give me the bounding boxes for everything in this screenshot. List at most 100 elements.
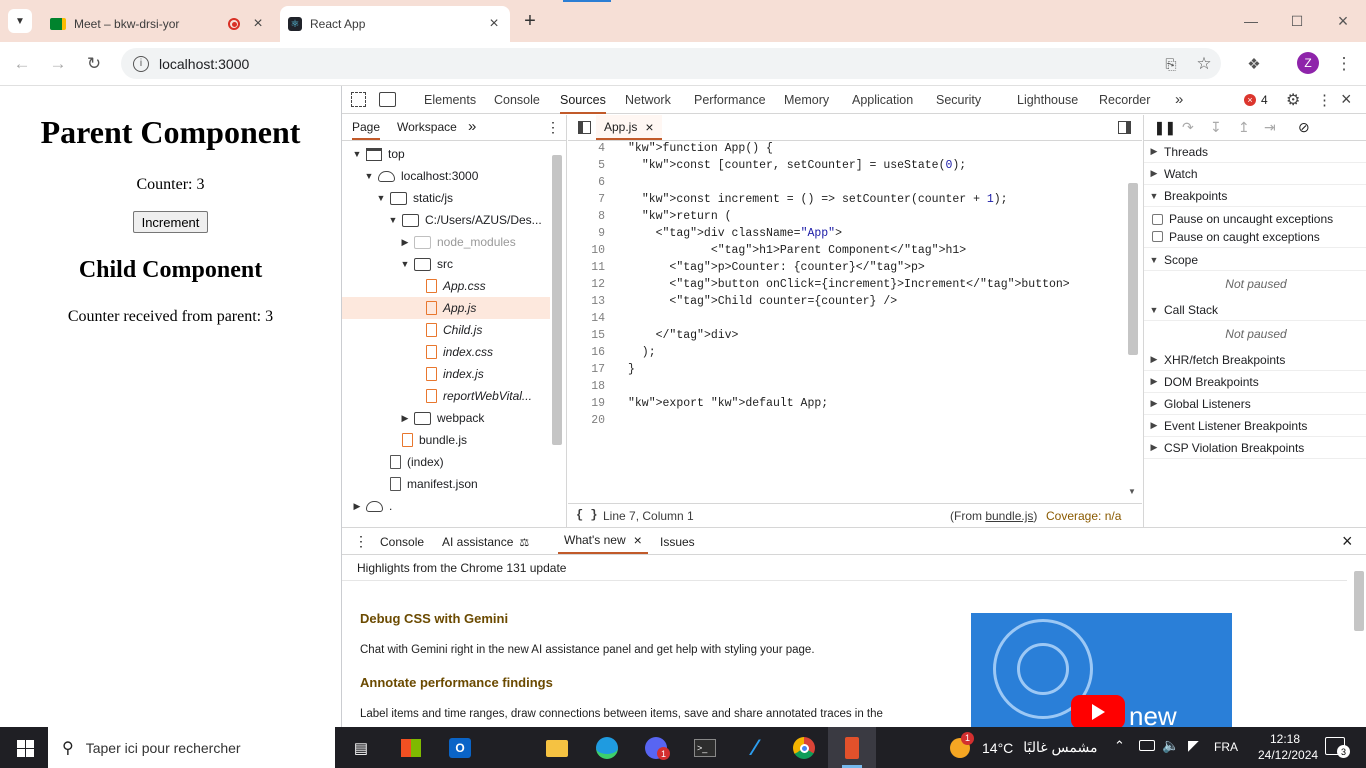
code-line[interactable]: 8 "kw">return ( (568, 210, 1128, 227)
collapse-arrow-icon[interactable]: ▼ (400, 259, 410, 269)
tab-workspace[interactable]: Workspace (397, 115, 457, 140)
tree-item[interactable]: reportWebVital... (342, 385, 550, 407)
tab-lighthouse[interactable]: Lighthouse (1017, 86, 1078, 114)
tree-item[interactable]: ▶ node_modules (342, 231, 550, 253)
line-number[interactable]: 11 (568, 261, 605, 278)
error-counter[interactable]: × 4 (1244, 93, 1268, 107)
microsoft-store-icon[interactable] (396, 733, 426, 763)
show-hidden-icons-icon[interactable]: ⌃ (1114, 738, 1125, 754)
line-number[interactable]: 18 (568, 380, 605, 397)
line-number[interactable]: 7 (568, 193, 605, 210)
line-number[interactable]: 5 (568, 159, 605, 176)
step-into-icon[interactable]: ↧ (1210, 119, 1222, 136)
menu-kebab-icon[interactable]: ⋮ (1330, 50, 1358, 78)
discord-icon[interactable]: 1 (641, 733, 671, 763)
line-number[interactable]: 19 (568, 397, 605, 414)
tree-item[interactable]: ▼ localhost:3000 (342, 165, 550, 187)
code-line[interactable]: 9 <"tag">div className="App"> (568, 227, 1128, 244)
deactivate-breakpoints-icon[interactable]: ⊘ (1298, 119, 1310, 136)
drawer-scrollbar[interactable] (1354, 571, 1364, 631)
tab-security[interactable]: Security (936, 86, 981, 114)
address-bar[interactable]: i localhost:3000 (121, 48, 1221, 79)
code-line[interactable]: 4 "kw">function App() { (568, 142, 1128, 159)
vscode-icon[interactable]: ⁄ (740, 733, 770, 763)
tree-item[interactable]: index.js (342, 363, 550, 385)
code-line[interactable]: 5 "kw">const [counter, setCounter] = use… (568, 159, 1128, 176)
line-number[interactable]: 4 (568, 142, 605, 159)
tree-item[interactable]: ▼ C:/Users/AZUS/Des... (342, 209, 550, 231)
clock[interactable]: 12:18 24/12/2024 (1258, 731, 1318, 763)
increment-button[interactable]: Increment (133, 211, 208, 233)
maximize-button[interactable]: ☐ (1282, 8, 1312, 34)
pretty-print-icon[interactable]: { } (576, 508, 598, 522)
edge-icon[interactable] (592, 733, 622, 763)
minimize-button[interactable]: — (1236, 8, 1266, 34)
tab-page[interactable]: Page (352, 115, 381, 140)
code-line[interactable]: 12 <"tag">button onClick={increment}>Inc… (568, 278, 1128, 295)
close-icon[interactable]: × (634, 532, 642, 548)
back-button[interactable]: ← (8, 50, 36, 78)
step-icon[interactable]: ⇥ (1264, 119, 1276, 136)
section-watch[interactable]: ▶ Watch (1144, 163, 1366, 185)
profile-avatar[interactable]: Z (1297, 52, 1319, 74)
code-line[interactable]: 6 (568, 176, 1128, 193)
step-out-icon[interactable]: ↥ (1238, 119, 1250, 136)
checkbox[interactable] (1152, 231, 1163, 242)
outlook-icon[interactable]: O (445, 733, 475, 763)
notification-center-icon[interactable]: 3 (1325, 737, 1350, 758)
whats-new-video-thumbnail[interactable]: new (971, 613, 1232, 728)
tree-item[interactable]: Child.js (342, 319, 550, 341)
collapse-arrow-icon[interactable]: ▼ (352, 149, 362, 159)
close-window-button[interactable]: × (1328, 8, 1358, 34)
tab-meet[interactable]: Meet – bkw-drsi-yor × (40, 6, 276, 42)
wifi-icon[interactable]: ◤ (1188, 737, 1199, 754)
tab-recorder[interactable]: Recorder (1099, 86, 1150, 114)
code-line[interactable]: 10 <"tag">h1>Parent Component</"tag">h1> (568, 244, 1128, 261)
line-number[interactable]: 15 (568, 329, 605, 346)
more-tabs-icon[interactable]: » (1175, 86, 1183, 114)
line-number[interactable]: 9 (568, 227, 605, 244)
scroll-down-arrow-icon[interactable]: ▼ (1128, 487, 1136, 496)
install-app-icon[interactable]: ⎘ (1157, 50, 1185, 78)
inspect-element-icon[interactable] (351, 92, 366, 107)
tab-application[interactable]: Application (852, 86, 913, 114)
code-line[interactable]: 20 (568, 414, 1128, 431)
tree-item[interactable]: ▼ static/js (342, 187, 550, 209)
pause-caught-option[interactable]: Pause on caught exceptions (1144, 226, 1366, 248)
tab-console[interactable]: Console (494, 86, 540, 114)
tab-performance[interactable]: Performance (694, 86, 766, 114)
tree-item[interactable]: index.css (342, 341, 550, 363)
line-number[interactable]: 14 (568, 312, 605, 329)
code-line[interactable]: 11 <"tag">p>Counter: {counter}</"tag">p> (568, 261, 1128, 278)
tree-item[interactable]: bundle.js (342, 429, 550, 451)
line-number[interactable]: 16 (568, 346, 605, 363)
section-csp-breakpoints[interactable]: ▶ CSP Violation Breakpoints (1144, 437, 1366, 459)
line-number[interactable]: 6 (568, 176, 605, 193)
code-line[interactable]: 15 </"tag">div> (568, 329, 1128, 346)
tree-item[interactable]: App.css (342, 275, 550, 297)
line-number[interactable]: 8 (568, 210, 605, 227)
tree-item[interactable]: (index) (342, 451, 550, 473)
section-xhr-breakpoints[interactable]: ▶ XHR/fetch Breakpoints (1144, 349, 1366, 371)
section-dom-breakpoints[interactable]: ▶ DOM Breakpoints (1144, 371, 1366, 393)
source-origin-link[interactable]: bundle.js (985, 509, 1033, 523)
close-drawer-icon[interactable]: × (1342, 531, 1353, 552)
toggle-debugger-icon[interactable] (1118, 121, 1131, 134)
forward-button[interactable]: → (44, 50, 72, 78)
windows-start-icon[interactable] (10, 733, 40, 763)
tab-elements[interactable]: Elements (424, 86, 476, 114)
taskbar-search-box[interactable]: ⚲ Taper ici pour rechercher (48, 727, 335, 768)
devtools-menu-icon[interactable]: ⋮ (1317, 91, 1332, 109)
tab-sources[interactable]: Sources (560, 86, 606, 114)
drawer-menu-icon[interactable]: ⋮ (354, 533, 368, 550)
tree-item[interactable]: ▼ top (342, 143, 550, 165)
navigator-scrollbar[interactable] (552, 155, 562, 445)
navigator-menu-icon[interactable]: ⋮ (546, 119, 560, 136)
section-breakpoints[interactable]: ▼ Breakpoints (1144, 185, 1366, 207)
extensions-icon[interactable]: ❖ (1240, 50, 1268, 78)
section-call-stack[interactable]: ▼ Call Stack (1144, 299, 1366, 321)
tab-react-app[interactable]: ⚛ React App × (280, 6, 510, 42)
editor-scrollbar[interactable] (1128, 183, 1138, 355)
code-line[interactable]: 16 ); (568, 346, 1128, 363)
tree-item[interactable]: App.js (342, 297, 550, 319)
